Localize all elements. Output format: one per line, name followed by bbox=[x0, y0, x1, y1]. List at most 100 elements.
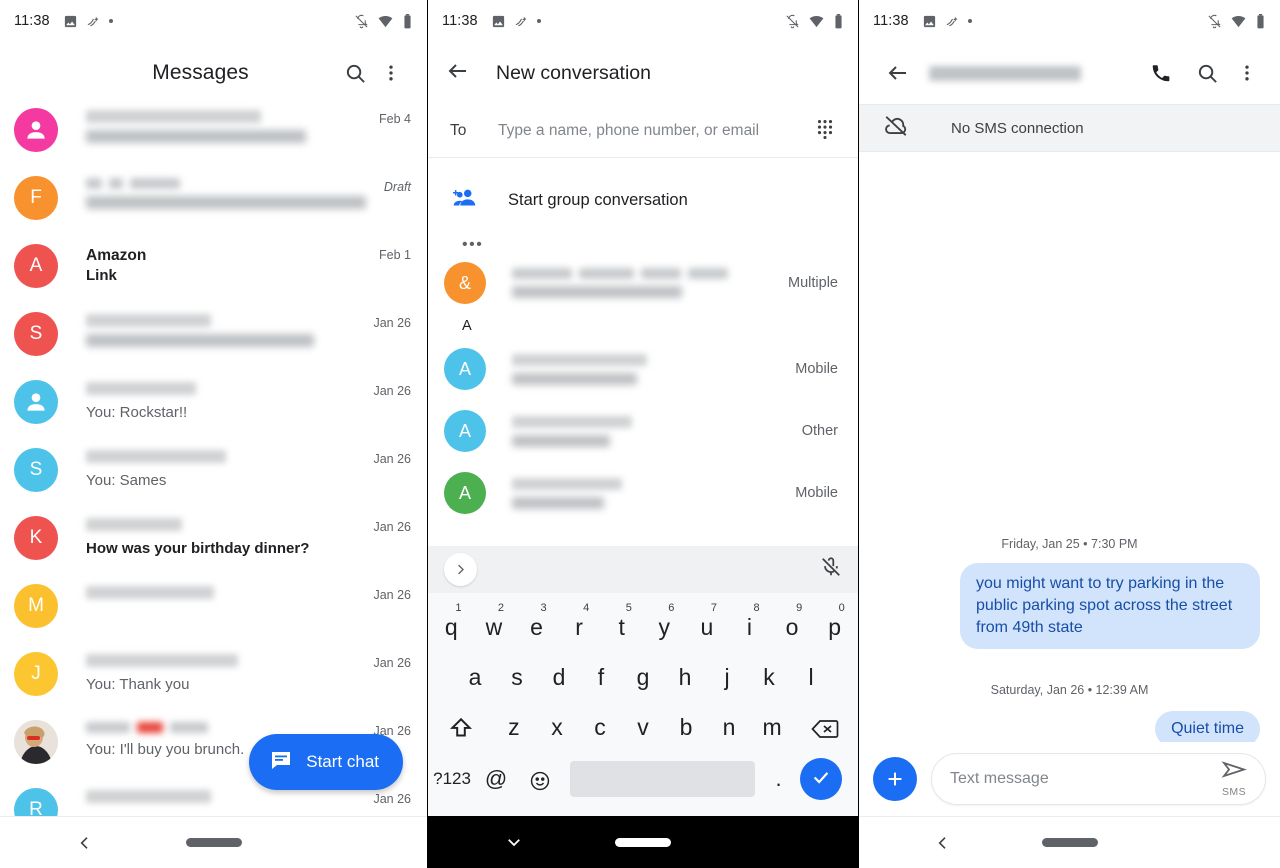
contact-name-redacted[interactable] bbox=[921, 65, 1138, 81]
key-j[interactable]: j bbox=[706, 652, 748, 702]
keyboard-row-4[interactable]: ?123 @ . bbox=[430, 752, 856, 806]
shooting-star-icon bbox=[514, 14, 529, 29]
symbols-key[interactable]: ?123 bbox=[430, 754, 474, 804]
shift-icon[interactable] bbox=[430, 702, 492, 752]
list-item[interactable]: You: Rockstar!! Jan 26 bbox=[0, 376, 427, 444]
key-t[interactable]: 5t bbox=[600, 602, 643, 652]
dialpad-icon[interactable] bbox=[814, 117, 836, 144]
emoji-icon[interactable] bbox=[518, 754, 562, 804]
keyboard-row-3[interactable]: z x c v b n m bbox=[430, 702, 856, 752]
key-r[interactable]: 4r bbox=[558, 602, 601, 652]
redacted-contact-sub bbox=[512, 434, 610, 447]
key-label: e bbox=[530, 614, 543, 640]
list-item[interactable]: A Amazon Link Feb 1 bbox=[0, 240, 427, 308]
key-w[interactable]: 2w bbox=[473, 602, 516, 652]
key-m[interactable]: m bbox=[751, 702, 794, 752]
key-b[interactable]: b bbox=[665, 702, 708, 752]
key-x[interactable]: x bbox=[535, 702, 578, 752]
keyboard-row-2[interactable]: a s d f g h j k l bbox=[430, 652, 856, 702]
phone-panel-new-conversation: 11:38 New conversation To Type a name, p… bbox=[428, 0, 858, 868]
status-bar-panel3: 11:38 bbox=[859, 0, 1280, 42]
text-message-input[interactable]: Text message SMS bbox=[931, 753, 1266, 805]
key-d[interactable]: d bbox=[538, 652, 580, 702]
call-icon[interactable] bbox=[1138, 62, 1184, 84]
key-v[interactable]: v bbox=[621, 702, 664, 752]
at-key[interactable]: @ bbox=[474, 754, 518, 804]
key-a[interactable]: a bbox=[454, 652, 496, 702]
redacted-snippet bbox=[86, 334, 314, 347]
list-item[interactable]: Feb 4 bbox=[0, 104, 427, 172]
key-hint: 6 bbox=[668, 602, 675, 614]
mic-off-icon[interactable] bbox=[820, 556, 842, 583]
key-g[interactable]: g bbox=[622, 652, 664, 702]
shooting-star-icon bbox=[945, 14, 960, 29]
redacted-contact-name bbox=[512, 477, 622, 490]
recipient-input[interactable]: Type a name, phone number, or email bbox=[498, 122, 814, 140]
list-item[interactable]: M Jan 26 bbox=[0, 580, 427, 648]
recipient-row[interactable]: To Type a name, phone number, or email bbox=[428, 104, 858, 158]
period-key[interactable]: . bbox=[763, 754, 794, 804]
contact-list-item[interactable]: & Multiple bbox=[428, 252, 858, 314]
key-hint: 3 bbox=[540, 602, 547, 614]
key-l[interactable]: l bbox=[790, 652, 832, 702]
space-key[interactable] bbox=[570, 761, 756, 797]
plus-icon[interactable] bbox=[873, 757, 917, 801]
more-vert-icon[interactable] bbox=[373, 62, 409, 84]
enter-key[interactable] bbox=[799, 758, 842, 800]
start-chat-button[interactable]: Start chat bbox=[249, 734, 403, 790]
list-item[interactable]: F Draft bbox=[0, 172, 427, 240]
key-q[interactable]: 1q bbox=[430, 602, 473, 652]
key-e[interactable]: 3e bbox=[515, 602, 558, 652]
backspace-icon[interactable] bbox=[794, 702, 856, 752]
search-icon[interactable] bbox=[1184, 62, 1230, 85]
no-sms-connection-label: No SMS connection bbox=[951, 119, 1084, 137]
key-f[interactable]: f bbox=[580, 652, 622, 702]
on-screen-keyboard[interactable]: 1q 2w 3e 4r 5t 6y 7u 8i 9o 0p a s d f g bbox=[428, 546, 858, 816]
key-label: p bbox=[828, 614, 842, 640]
search-icon[interactable] bbox=[337, 62, 373, 85]
back-arrow-icon[interactable] bbox=[446, 59, 470, 88]
contact-list-item[interactable]: A Other bbox=[428, 400, 858, 462]
key-i[interactable]: 8i bbox=[728, 602, 771, 652]
key-y[interactable]: 6y bbox=[643, 602, 686, 652]
back-arrow-icon[interactable] bbox=[875, 61, 921, 85]
more-vert-icon[interactable] bbox=[1230, 62, 1264, 84]
key-label: y bbox=[658, 614, 671, 640]
home-pill[interactable] bbox=[185, 838, 242, 847]
wifi-icon bbox=[1231, 14, 1246, 29]
list-item-time: Jan 26 bbox=[373, 316, 411, 330]
redacted-snippet bbox=[86, 130, 306, 143]
start-group-conversation-label: Start group conversation bbox=[508, 190, 688, 209]
start-group-conversation-row[interactable]: Start group conversation bbox=[428, 168, 858, 232]
key-u[interactable]: 7u bbox=[686, 602, 729, 652]
key-k[interactable]: k bbox=[748, 652, 790, 702]
key-o[interactable]: 9o bbox=[771, 602, 814, 652]
key-s[interactable]: s bbox=[496, 652, 538, 702]
send-button[interactable]: SMS bbox=[1221, 760, 1247, 798]
list-item[interactable]: S You: Sames Jan 26 bbox=[0, 444, 427, 512]
back-icon[interactable] bbox=[0, 834, 171, 852]
message-timestamp: Saturday, Jan 26 • 12:39 AM bbox=[990, 683, 1149, 697]
contact-list-item[interactable]: A Mobile bbox=[428, 338, 858, 400]
list-item[interactable]: S Jan 26 bbox=[0, 308, 427, 376]
chevron-right-icon[interactable] bbox=[444, 553, 477, 586]
key-z[interactable]: z bbox=[492, 702, 535, 752]
home-pill[interactable] bbox=[615, 837, 671, 847]
key-p[interactable]: 0p bbox=[813, 602, 856, 652]
dot-icon bbox=[108, 19, 113, 23]
keyboard-hide-icon[interactable] bbox=[428, 833, 600, 851]
contact-list-item[interactable]: A Mobile bbox=[428, 462, 858, 524]
redacted-contact-name bbox=[512, 415, 632, 428]
key-h[interactable]: h bbox=[664, 652, 706, 702]
keyboard-row-1[interactable]: 1q 2w 3e 4r 5t 6y 7u 8i 9o 0p bbox=[430, 602, 856, 652]
home-pill[interactable] bbox=[1041, 838, 1098, 847]
back-icon[interactable] bbox=[859, 834, 1027, 852]
list-item[interactable]: J You: Thank you Jan 26 bbox=[0, 648, 427, 716]
avatar-letter: A bbox=[29, 255, 43, 276]
key-n[interactable]: n bbox=[708, 702, 751, 752]
list-item[interactable]: K How was your birthday dinner? Jan 26 bbox=[0, 512, 427, 580]
message-bubble[interactable]: you might want to try parking in the pub… bbox=[960, 563, 1260, 649]
shooting-star-icon bbox=[86, 14, 101, 29]
key-c[interactable]: c bbox=[578, 702, 621, 752]
keyboard-keys[interactable]: 1q 2w 3e 4r 5t 6y 7u 8i 9o 0p a s d f g bbox=[428, 593, 858, 816]
